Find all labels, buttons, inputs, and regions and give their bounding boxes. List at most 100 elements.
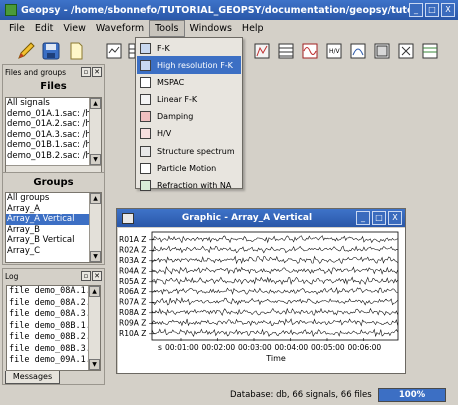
- waveform-trace: [151, 255, 398, 265]
- pencil-icon[interactable]: [16, 41, 36, 61]
- menu-item-particle-motion[interactable]: Particle Motion: [137, 159, 241, 177]
- trace-label: R05A Z —: [119, 277, 157, 286]
- hv-tool-icon[interactable]: H/V: [324, 41, 344, 61]
- trace-label: R03A Z —: [119, 256, 157, 265]
- file-item[interactable]: All signals: [6, 98, 101, 109]
- particle-tool-icon[interactable]: [396, 41, 416, 61]
- menu-item-structure-spectrum[interactable]: Structure spectrum: [137, 142, 241, 160]
- group-item-selected[interactable]: Array_A Vertical: [6, 214, 101, 225]
- log-output[interactable]: file demo_08A.1. file demo_08A.2. file d…: [6, 285, 101, 371]
- trace-label: R10A Z —: [119, 329, 157, 338]
- menu-windows[interactable]: Windows: [185, 21, 237, 36]
- linear-fk-icon: [140, 93, 151, 105]
- trace-label: R04A Z —: [119, 266, 157, 275]
- waveform-trace: [151, 297, 398, 306]
- graphic-minimize-button[interactable]: _: [356, 211, 370, 225]
- status-bar: Database: db, 66 signals, 66 files 100%: [0, 386, 458, 405]
- menu-item-high-resolution-fk[interactable]: High resolution F-K: [137, 56, 241, 74]
- waveform-trace: [151, 245, 398, 254]
- hrfk-icon: [140, 59, 151, 71]
- log-line: file demo_08B.2.: [9, 332, 91, 342]
- menu-item-label: High resolution F-K: [157, 60, 233, 70]
- menu-item-linear-fk[interactable]: Linear F-K: [137, 90, 241, 108]
- group-item[interactable]: All groups: [6, 193, 101, 204]
- files-list[interactable]: All signals demo_01A.1.sac: /hc demo_01A…: [5, 97, 102, 177]
- curve-tool-icon[interactable]: [348, 41, 368, 61]
- fk-icon: [140, 42, 151, 54]
- menu-item-hv[interactable]: H/V: [137, 124, 241, 142]
- waveform-trace: [151, 307, 398, 317]
- menu-waveform[interactable]: Waveform: [91, 21, 149, 36]
- menu-item-fk[interactable]: F-K: [137, 39, 241, 57]
- tools-menu-dropdown: F-K High resolution F-K MSPAC Linear F-K…: [135, 37, 243, 191]
- dock-close-button[interactable]: ✕: [92, 67, 102, 77]
- menu-tools[interactable]: Tools: [149, 20, 185, 37]
- menu-view[interactable]: View: [58, 21, 91, 36]
- file-item[interactable]: demo_01B.2.sac: /hc: [6, 151, 101, 162]
- minimize-button[interactable]: _: [409, 3, 423, 17]
- menu-item-label: Linear F-K: [157, 94, 198, 104]
- log-line: file demo_08A.1.: [9, 286, 91, 296]
- menu-item-damping[interactable]: Damping: [137, 107, 241, 125]
- dock-float-button[interactable]: ▫: [81, 271, 91, 281]
- close-button[interactable]: X: [441, 3, 455, 17]
- log-line: file demo_08A.2.: [9, 297, 91, 308]
- menu-edit[interactable]: Edit: [30, 21, 58, 36]
- table2-tool-icon[interactable]: [276, 41, 296, 61]
- groups-vscroll[interactable]: ▲ ▼: [89, 193, 101, 262]
- group-item[interactable]: Array_A: [6, 204, 101, 215]
- menu-item-label: Refraction with NA: [157, 180, 232, 190]
- menu-item-mspac[interactable]: MSPAC: [137, 73, 241, 91]
- waveform-plot[interactable]: R01A Z — R02A Z —R03A Z —R04A Z — R05A Z —…: [118, 228, 405, 373]
- file-item[interactable]: demo_01A.1.sac: /hc: [6, 109, 101, 120]
- menu-item-refraction-na[interactable]: Refraction with NA: [137, 176, 241, 194]
- files-title: Files: [40, 81, 67, 92]
- log-vscroll[interactable]: ▲ ▼: [88, 286, 100, 370]
- particle-motion-icon: [140, 162, 151, 174]
- new-document-icon[interactable]: [66, 41, 86, 61]
- spectrum-tool-icon[interactable]: [252, 41, 272, 61]
- title-bar: Geopsy - /home/sbonnefo/TUTORIAL_GEOPSY/…: [0, 0, 458, 20]
- progress-bar: 100%: [378, 388, 446, 402]
- dock-close-button[interactable]: ✕: [92, 271, 102, 281]
- file-item[interactable]: demo_01A.2.sac: /hc: [6, 119, 101, 130]
- geopsy-window: Geopsy - /home/sbonnefo/TUTORIAL_GEOPSY/…: [0, 0, 458, 405]
- group-item[interactable]: Array_B Vertical: [6, 235, 101, 246]
- x-tick-label: 00:02:00: [202, 343, 236, 352]
- graphic-title: Graphic - Array_A Vertical: [181, 213, 313, 223]
- refraction-tool-icon[interactable]: [420, 41, 440, 61]
- menu-help[interactable]: Help: [237, 21, 269, 36]
- file-item[interactable]: demo_01B.1.sac: /hc: [6, 140, 101, 151]
- trace-label: R06A Z —: [119, 287, 157, 296]
- graphic-tool-icon[interactable]: [104, 41, 124, 61]
- x-tick-label: 00:05:00: [311, 343, 345, 352]
- structure-tool-icon[interactable]: [372, 41, 392, 61]
- menu-item-label: Damping: [157, 111, 194, 121]
- maximize-button[interactable]: □: [425, 3, 439, 17]
- groups-title: Groups: [33, 177, 74, 188]
- graphic-title-bar: Graphic - Array_A Vertical _ □ X: [117, 209, 405, 227]
- damping-tool-icon[interactable]: [300, 41, 320, 61]
- waveform-trace: [151, 266, 398, 275]
- menu-item-label: MSPAC: [157, 77, 185, 87]
- svg-text:H/V: H/V: [329, 48, 341, 55]
- trace-label: R02A Z —: [119, 246, 157, 255]
- trace-label: R09A Z —: [119, 318, 157, 327]
- files-vscroll[interactable]: ▲ ▼: [89, 98, 101, 165]
- x-axis-label: Time: [265, 354, 286, 363]
- graphic-maximize-button[interactable]: □: [372, 211, 386, 225]
- group-item[interactable]: Array_B: [6, 225, 101, 236]
- files-dock-header: Files and groups: [5, 67, 67, 77]
- graphic-close-button[interactable]: X: [388, 211, 402, 225]
- damping-icon: [140, 110, 151, 122]
- status-text: Database: db, 66 signals, 66 files: [230, 390, 372, 400]
- menu-file[interactable]: File: [4, 21, 30, 36]
- save-icon[interactable]: [41, 41, 61, 61]
- messages-tab[interactable]: Messages: [5, 371, 60, 384]
- trace-label: R07A Z —: [119, 298, 157, 307]
- trace-label: R08A Z —: [119, 308, 157, 317]
- group-item[interactable]: Array_C: [6, 246, 101, 257]
- groups-list[interactable]: All groups Array_A Array_A Vertical Arra…: [5, 192, 102, 263]
- dock-float-button[interactable]: ▫: [81, 67, 91, 77]
- file-item[interactable]: demo_01A.3.sac: /hc: [6, 130, 101, 141]
